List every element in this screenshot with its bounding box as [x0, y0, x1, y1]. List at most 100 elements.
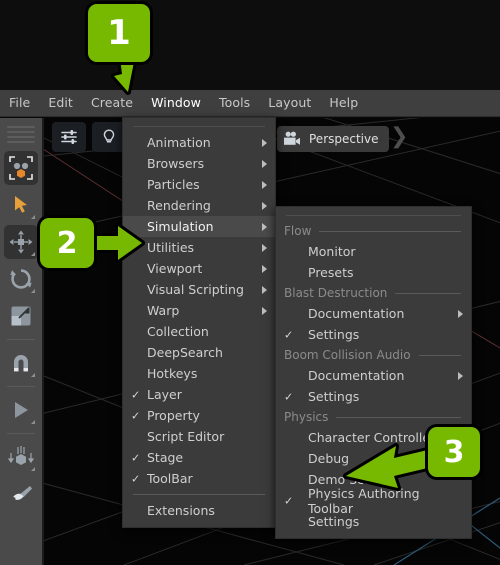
- viewport-camera-tab-label: Perspective: [309, 132, 379, 146]
- toolbar-divider: [7, 386, 35, 387]
- submenu-item-blast-settings[interactable]: ✓ Settings: [276, 324, 471, 345]
- checkmark-icon: ✓: [284, 494, 294, 507]
- menubar-item-tools[interactable]: Tools: [210, 91, 259, 115]
- menu-item-rendering[interactable]: Rendering: [123, 195, 275, 216]
- toolbar-drag-grip[interactable]: [7, 126, 35, 143]
- menu-item-label: Utilities: [147, 240, 195, 255]
- submenu-item-blast-documentation[interactable]: Documentation: [276, 303, 471, 324]
- menu-item-warp[interactable]: Warp: [123, 300, 275, 321]
- menu-item-simulation[interactable]: Simulation: [123, 216, 275, 237]
- menu-item-utilities[interactable]: Utilities: [123, 237, 275, 258]
- menubar-item-create[interactable]: Create: [82, 91, 142, 115]
- viewport-lighting-button[interactable]: [92, 122, 126, 152]
- submenu-item-boom-documentation[interactable]: Documentation: [276, 365, 471, 386]
- menu-item-stage[interactable]: ✓ Stage: [123, 447, 275, 468]
- menubar-item-layout[interactable]: Layout: [259, 91, 320, 115]
- menu-item-particles[interactable]: Particles: [123, 174, 275, 195]
- menu-item-property[interactable]: ✓ Property: [123, 405, 275, 426]
- tool-options-corner-icon: [31, 252, 35, 256]
- movie-camera-icon: [284, 131, 300, 145]
- submenu-item-physics-settings[interactable]: Settings: [276, 511, 471, 532]
- scale-tool-icon: [11, 306, 31, 326]
- viewport-camera-tab[interactable]: Perspective: [277, 126, 389, 152]
- menu-item-hotkeys[interactable]: Hotkeys: [123, 363, 275, 384]
- submenu-item-boom-settings[interactable]: ✓ Settings: [276, 386, 471, 407]
- submenu-arrow-icon: [458, 371, 463, 380]
- section-rule: [418, 354, 461, 356]
- callout-badge-2: 2: [40, 218, 94, 268]
- submenu-arrow-icon: [262, 138, 267, 147]
- menu-item-label: Settings: [308, 514, 360, 529]
- menu-item-deepsearch[interactable]: DeepSearch: [123, 342, 275, 363]
- sliders-icon: [61, 130, 77, 144]
- menu-item-label: Script Editor: [147, 429, 225, 444]
- menu-item-label: Settings: [308, 389, 360, 404]
- submenu-arrow-icon: [262, 243, 267, 252]
- menu-item-extensions[interactable]: Extensions: [123, 500, 275, 521]
- menu-item-layer[interactable]: ✓ Layer: [123, 384, 275, 405]
- menu-item-label: Documentation: [308, 306, 405, 321]
- omniverse-app-window: Perspective ❯ File Edit Create Window To…: [0, 0, 500, 565]
- menu-item-visual-scripting[interactable]: Visual Scripting: [123, 279, 275, 300]
- menu-item-script-editor[interactable]: Script Editor: [123, 426, 275, 447]
- viewport-tab-chevron-icon: ❯: [390, 124, 409, 149]
- callout-number: 1: [107, 13, 131, 53]
- menu-item-label: Settings: [308, 327, 360, 342]
- submenu-arrow-icon: [262, 201, 267, 210]
- menu-item-label: Viewport: [147, 261, 203, 276]
- menubar-item-window[interactable]: Window: [142, 91, 210, 115]
- submenu-item-flow-presets[interactable]: Presets: [276, 262, 471, 283]
- menubar-item-edit[interactable]: Edit: [39, 91, 82, 115]
- checkmark-icon: ✓: [131, 409, 141, 422]
- menu-item-label: Rendering: [147, 198, 211, 213]
- submenu-section-boom-collision-audio: Boom Collision Audio: [276, 345, 471, 365]
- checkmark-icon: ✓: [131, 472, 141, 485]
- physics-drop-button[interactable]: [4, 440, 38, 474]
- menu-item-collection[interactable]: Collection: [123, 321, 275, 342]
- left-toolbar[interactable]: [0, 118, 44, 565]
- simulation-submenu[interactable]: Flow Monitor Presets Blast Destruction D…: [275, 206, 472, 539]
- menu-item-toolbar[interactable]: ✓ ToolBar: [123, 468, 275, 489]
- submenu-arrow-icon: [262, 159, 267, 168]
- menu-item-label: Property: [147, 408, 200, 423]
- submenu-arrow-icon: [262, 306, 267, 315]
- selection-mode-button[interactable]: [4, 151, 38, 185]
- section-rule: [395, 292, 461, 294]
- menu-item-label: Character Controller: [308, 430, 436, 445]
- callout-badge-1: 1: [88, 4, 150, 62]
- rotate-tool-button[interactable]: [4, 262, 38, 296]
- menubar-item-file[interactable]: File: [0, 91, 39, 115]
- lightbulb-icon: [103, 129, 115, 143]
- window-dropdown-menu[interactable]: Animation Browsers Particles Rendering S…: [122, 117, 276, 528]
- snap-button[interactable]: [4, 346, 38, 380]
- tool-options-corner-icon: [31, 215, 35, 219]
- callout-badge-3: 3: [428, 427, 480, 477]
- move-tool-button[interactable]: [4, 225, 38, 259]
- section-label: Blast Destruction: [284, 286, 388, 300]
- submenu-item-physics-authoring-toolbar[interactable]: ✓ Physics Authoring Toolbar: [276, 486, 471, 516]
- tool-options-corner-icon: [31, 467, 35, 471]
- menu-bar[interactable]: File Edit Create Window Tools Layout Hel…: [0, 90, 500, 117]
- menu-item-label: Browsers: [147, 156, 205, 171]
- menu-item-label: Extensions: [147, 503, 215, 518]
- checkmark-icon: ✓: [131, 388, 141, 401]
- scale-tool-button[interactable]: [4, 299, 38, 333]
- tool-options-corner-icon: [31, 289, 35, 293]
- submenu-item-flow-monitor[interactable]: Monitor: [276, 241, 471, 262]
- menu-item-label: Presets: [308, 265, 354, 280]
- checkmark-icon: ✓: [131, 451, 141, 464]
- menu-item-viewport[interactable]: Viewport: [123, 258, 275, 279]
- paint-brush-button[interactable]: [4, 477, 38, 511]
- menu-item-browsers[interactable]: Browsers: [123, 153, 275, 174]
- select-tool-button[interactable]: [4, 188, 38, 222]
- submenu-section-physics: Physics: [276, 407, 471, 427]
- menu-item-label: Particles: [147, 177, 200, 192]
- app-top-strip: [0, 0, 500, 90]
- callout-number: 2: [56, 225, 78, 261]
- section-label: Physics: [284, 410, 329, 424]
- menubar-item-help[interactable]: Help: [320, 91, 367, 115]
- menu-item-animation[interactable]: Animation: [123, 132, 275, 153]
- viewport-settings-button[interactable]: [52, 122, 86, 152]
- menu-item-label: Animation: [147, 135, 211, 150]
- play-button[interactable]: [4, 393, 38, 427]
